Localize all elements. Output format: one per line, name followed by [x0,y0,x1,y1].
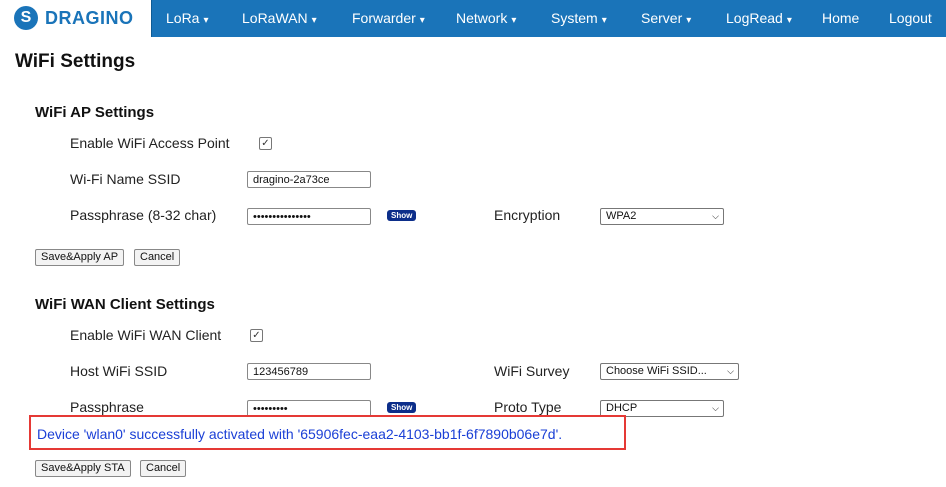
nav-forwarder[interactable]: Forwarder ▾ [352,0,425,37]
ap-passphrase-label: Passphrase (8-32 char) [70,207,217,223]
nav-home[interactable]: Home [822,0,859,37]
proto-type-label: Proto Type [494,399,562,415]
logo-text: DRAGINO [45,8,134,28]
nav-system[interactable]: System ▾ [551,0,607,37]
enable-ap-checkbox[interactable]: ✓ [259,137,272,150]
chevron-down-icon: ▾ [686,15,692,26]
nav-network-label: Network [456,10,508,26]
chevron-down-icon: ▾ [203,15,209,26]
nav-server[interactable]: Server ▾ [641,0,691,37]
enable-ap-label: Enable WiFi Access Point [70,135,230,151]
chevron-down-icon: ⌵ [712,211,719,221]
wifi-survey-select-value: Choose WiFi SSID... [606,365,707,377]
encryption-select-value: WPA2 [606,210,637,222]
host-ssid-input[interactable]: 123456789 [247,363,371,380]
nav-lorawan-label: LoRaWAN [242,10,308,26]
chevron-down-icon: ⌵ [712,403,719,413]
nav-lorawan[interactable]: LoRaWAN ▾ [242,0,317,37]
ap-passphrase-input[interactable]: ••••••••••••••• [247,208,371,225]
chevron-down-icon: ▾ [311,15,317,26]
ap-section-title: WiFi AP Settings [35,104,155,121]
enable-sta-checkbox[interactable]: ✓ [250,329,263,342]
nav-network[interactable]: Network ▾ [456,0,516,37]
chevron-down-icon: ▾ [601,15,607,26]
proto-type-select-value: DHCP [606,402,638,414]
nav-logout-label: Logout [889,10,932,26]
nav-lora[interactable]: LoRa ▾ [166,0,209,37]
cancel-sta-button[interactable]: Cancel [140,460,187,477]
sta-passphrase-label: Passphrase [70,399,144,415]
save-apply-ap-button[interactable]: Save&Apply AP [35,249,125,266]
nav-lora-label: LoRa [166,10,200,26]
wifi-survey-select[interactable]: Choose WiFi SSID... ⌵ [600,363,739,380]
nav-system-label: System [551,10,598,26]
sta-show-password-button[interactable]: Show [387,402,417,413]
chevron-down-icon: ▾ [511,15,517,26]
status-highlight-box: Device 'wlan0' successfully activated wi… [29,415,626,450]
enable-sta-label: Enable WiFi WAN Client [70,327,222,343]
ap-show-password-button[interactable]: Show [387,210,417,221]
sta-section-title: WiFi WAN Client Settings [35,296,215,313]
encryption-select[interactable]: WPA2 ⌵ [600,208,724,225]
ap-ssid-label: Wi-Fi Name SSID [70,171,181,187]
status-message: Device 'wlan0' successfully activated wi… [37,426,563,442]
encryption-label: Encryption [494,207,561,223]
nav-logread[interactable]: LogRead ▾ [726,0,792,37]
chevron-down-icon: ▾ [419,15,425,26]
chevron-down-icon: ⌵ [727,366,734,376]
dragino-logo[interactable]: S DRAGINO [0,0,152,37]
nav-logread-label: LogRead [726,10,783,26]
ap-ssid-input[interactable]: dragino-2a73ce [247,171,371,188]
nav-logout[interactable]: Logout [889,0,932,37]
nav-server-label: Server [641,10,683,26]
wifi-survey-label: WiFi Survey [494,363,570,379]
nav-home-label: Home [822,10,860,26]
cancel-ap-button[interactable]: Cancel [134,249,181,266]
dragino-logo-icon: S [14,6,38,30]
page-title: WiFi Settings [15,51,136,72]
host-ssid-label: Host WiFi SSID [70,363,168,379]
chevron-down-icon: ▾ [786,15,792,26]
save-apply-sta-button[interactable]: Save&Apply STA [35,460,131,477]
nav-forwarder-label: Forwarder [352,10,416,26]
top-navbar: S DRAGINO LoRa ▾ LoRaWAN ▾ Forwarder ▾ Netw… [0,0,946,37]
